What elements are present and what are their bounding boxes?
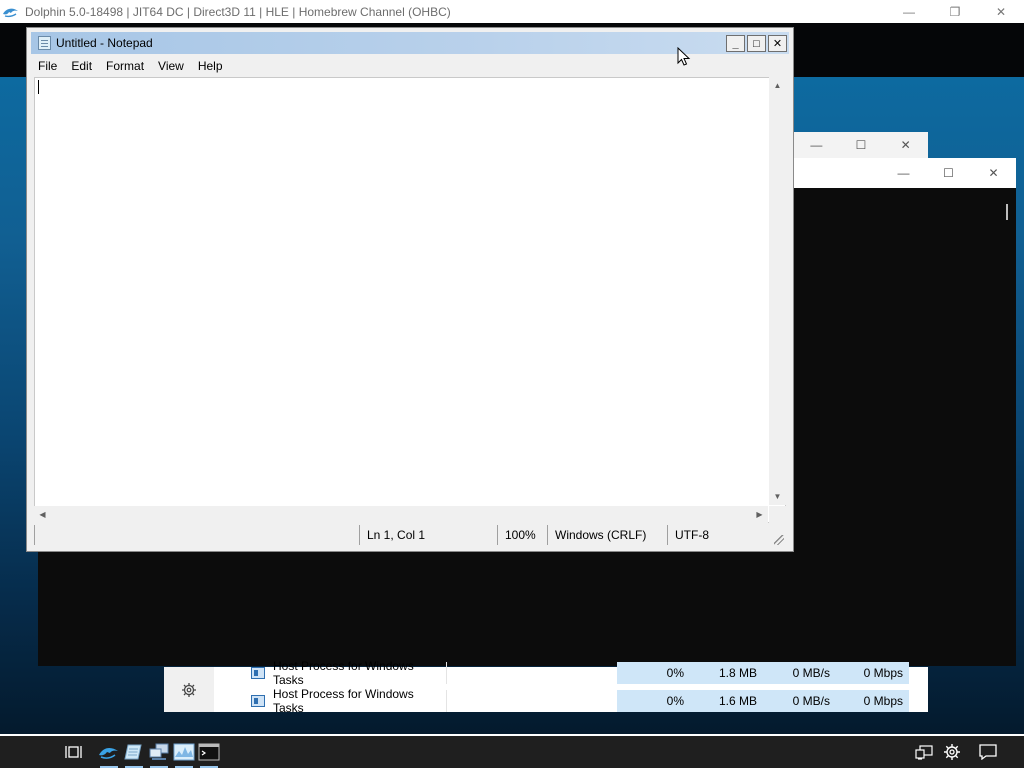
network-value: 0 Mbps <box>863 694 903 708</box>
dolphin-icon <box>99 747 118 759</box>
resize-grip[interactable] <box>774 535 784 545</box>
memory-value: 1.8 MB <box>718 666 757 680</box>
menu-edit[interactable]: Edit <box>64 59 99 73</box>
menu-bar: File Edit Format View Help <box>31 55 789 77</box>
memory-value: 1.6 MB <box>718 694 757 708</box>
status-spacer <box>34 525 359 545</box>
disk-value: 0 MB/s <box>792 694 830 708</box>
text-editor[interactable] <box>34 77 786 523</box>
taskbar-terminal[interactable] <box>196 739 222 768</box>
menu-file[interactable]: File <box>31 59 64 73</box>
process-icon <box>251 667 265 679</box>
process-metrics: 0% 1.6 MB 0 MB/s 0 Mbps <box>617 690 909 712</box>
notepad-window[interactable]: Untitled - Notepad _ □ ✕ File Edit Forma… <box>26 27 794 552</box>
tray-settings[interactable] <box>940 740 964 764</box>
process-icon <box>251 695 265 707</box>
disk-value: 0 MB/s <box>792 666 830 680</box>
task-manager-sidebar[interactable] <box>164 667 214 712</box>
column-divider <box>446 662 447 684</box>
status-line-ending: Windows (CRLF) <box>547 525 667 545</box>
terminal-scrollbar[interactable] <box>1006 204 1008 220</box>
close-button[interactable]: ✕ <box>768 35 787 52</box>
dolphin-close-button[interactable]: ✕ <box>978 0 1024 23</box>
minimize-button[interactable]: _ <box>726 35 745 52</box>
taskbar <box>0 734 1024 768</box>
status-bar: Ln 1, Col 1 100% Windows (CRLF) UTF-8 <box>34 525 786 547</box>
menu-format[interactable]: Format <box>99 59 151 73</box>
notepad-window-title: Untitled - Notepad <box>56 36 153 50</box>
maximize-button[interactable]: ☐ <box>839 132 884 158</box>
process-name: Host Process for Windows Tasks <box>273 659 414 687</box>
notepad-titlebar[interactable]: Untitled - Notepad _ □ ✕ <box>31 32 789 54</box>
maximize-button[interactable]: ☐ <box>926 158 971 188</box>
minimize-button[interactable]: — <box>794 132 839 158</box>
dolphin-window-title: Dolphin 5.0-18498 | JIT64 DC | Direct3D … <box>25 4 451 19</box>
network-app-icon <box>149 743 169 760</box>
menu-help[interactable]: Help <box>191 59 230 73</box>
task-view-button[interactable] <box>61 739 87 765</box>
tray-notifications[interactable] <box>976 740 1000 764</box>
maximize-button[interactable]: □ <box>747 35 766 52</box>
notifications-icon <box>979 744 997 760</box>
status-encoding: UTF-8 <box>667 525 786 545</box>
cpu-value: 0% <box>666 694 684 708</box>
menu-view[interactable]: View <box>151 59 191 73</box>
taskbar-network-app[interactable] <box>146 739 172 768</box>
network-value: 0 Mbps <box>863 666 903 680</box>
taskbar-dolphin[interactable] <box>96 739 122 768</box>
cpu-value: 0% <box>666 666 684 680</box>
close-button[interactable]: ✕ <box>971 158 1016 188</box>
status-position: Ln 1, Col 1 <box>359 525 497 545</box>
taskbar-notepad[interactable] <box>121 739 147 768</box>
terminal-window-body[interactable] <box>38 551 1000 666</box>
dolphin-restore-button[interactable]: ❐ <box>932 0 978 23</box>
column-divider <box>446 690 447 712</box>
minimize-button[interactable]: — <box>881 158 926 188</box>
dolphin-minimize-button[interactable]: — <box>886 0 932 23</box>
taskbar-performance-monitor[interactable] <box>171 739 197 768</box>
process-row[interactable]: Host Process for Windows Tasks 0% 1.6 MB… <box>214 687 928 715</box>
notepad-icon <box>124 744 142 760</box>
close-button[interactable]: ✕ <box>883 132 928 158</box>
notepad-icon <box>38 36 51 50</box>
dolphin-titlebar[interactable]: Dolphin 5.0-18498 | JIT64 DC | Direct3D … <box>0 0 1024 23</box>
settings-icon <box>944 744 960 760</box>
dolphin-icon <box>3 8 18 17</box>
settings-icon[interactable] <box>181 682 197 698</box>
performance-icon <box>173 743 195 761</box>
process-metrics: 0% 1.8 MB 0 MB/s 0 Mbps <box>617 662 909 684</box>
network-icon <box>915 745 933 760</box>
task-manager-window: Host Process for Windows Tasks 0% 1.8 MB… <box>164 659 928 715</box>
terminal-window-titlebar[interactable]: — ☐ ✕ <box>794 158 1016 188</box>
terminal-icon <box>198 743 220 761</box>
process-name: Host Process for Windows Tasks <box>273 687 414 715</box>
background-window-titlebar[interactable]: — ☐ ✕ <box>794 132 928 158</box>
process-row[interactable]: Host Process for Windows Tasks 0% 1.8 MB… <box>214 659 928 687</box>
tray-network[interactable] <box>912 740 936 764</box>
mouse-cursor-icon <box>677 47 691 66</box>
status-zoom: 100% <box>497 525 547 545</box>
task-view-icon <box>65 746 82 758</box>
